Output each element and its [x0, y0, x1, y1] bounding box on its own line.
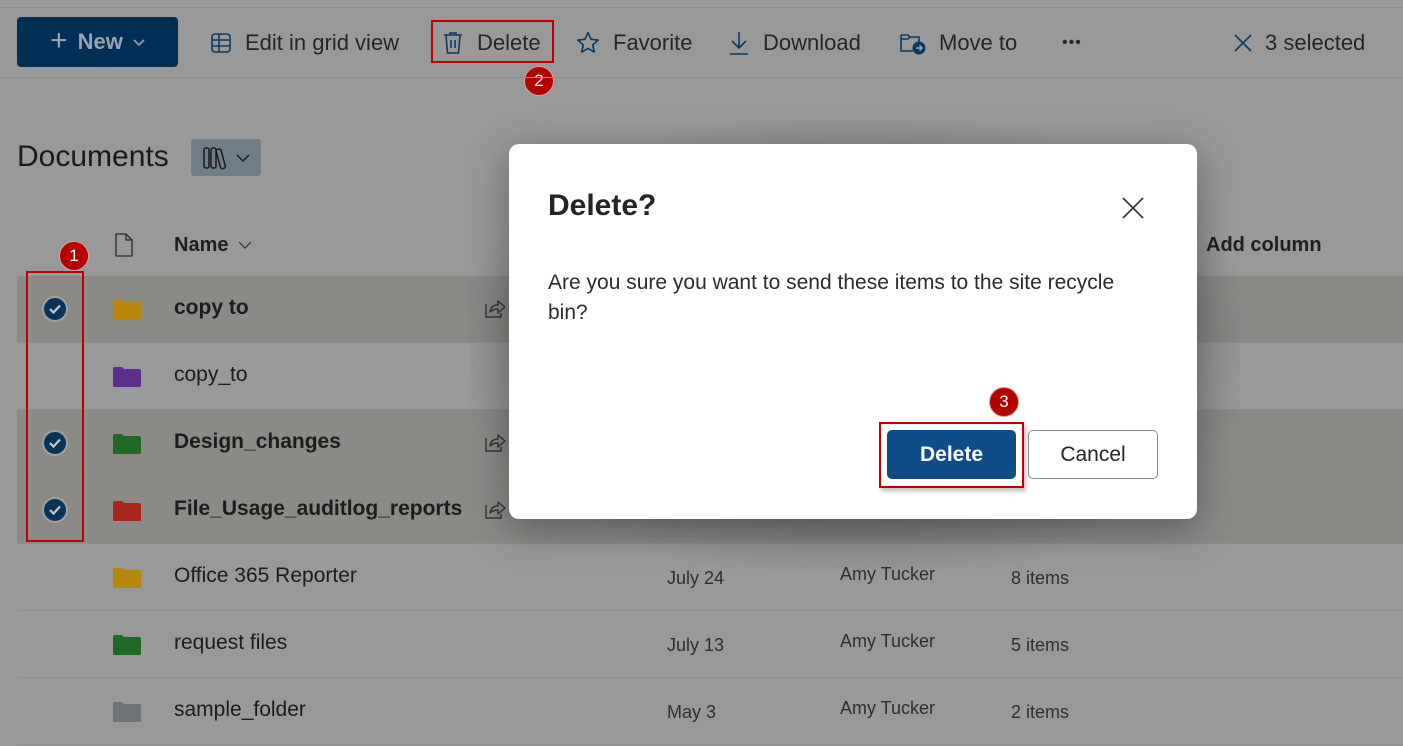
view-switcher-button[interactable] — [191, 139, 261, 176]
file-name-link[interactable]: sample_folder — [174, 698, 306, 722]
download-icon — [730, 32, 748, 55]
more-icon: ••• — [1062, 34, 1082, 51]
move-folder-icon — [900, 34, 926, 55]
star-icon — [577, 31, 599, 53]
selected-count: 3 selected — [1265, 30, 1366, 55]
close-icon — [1234, 34, 1252, 52]
folder-icon — [113, 702, 141, 722]
modified-by: Amy Tucker — [840, 631, 936, 651]
clear-selection-button[interactable]: 3 selected — [1233, 22, 1365, 64]
selection-column-highlight — [26, 271, 84, 542]
folder-icon — [113, 367, 141, 387]
sharepoint-document-library: + New Edit in grid view Delete 2 Favorit… — [0, 0, 1403, 746]
file-row[interactable]: sample_folder May 3 Amy Tucker 2 items — [17, 678, 1403, 745]
delete-button-highlight — [431, 20, 554, 63]
file-name-link[interactable]: File_Usage_auditlog_reports — [174, 497, 462, 521]
name-column-header[interactable]: Name — [174, 225, 252, 265]
new-label: New — [77, 29, 123, 54]
chevron-down-icon — [236, 154, 250, 162]
file-size: 5 items — [1011, 635, 1070, 655]
file-size: 2 items — [1011, 702, 1070, 722]
folder-icon — [113, 434, 141, 454]
file-icon — [115, 233, 133, 257]
grid-icon — [211, 33, 231, 53]
folder-icon — [113, 568, 141, 588]
plus-icon: + — [50, 23, 68, 57]
step-1-badge: 1 — [59, 241, 89, 271]
step-2-badge: 2 — [524, 66, 554, 96]
file-name-link[interactable]: Office 365 Reporter — [174, 564, 357, 588]
cancel-button[interactable]: Cancel — [1028, 430, 1158, 479]
dialog-message: Are you sure you want to send these item… — [548, 271, 1115, 324]
favorite-button[interactable]: Favorite — [575, 22, 692, 64]
step-3-badge: 3 — [989, 387, 1019, 417]
folder-icon — [113, 635, 141, 655]
new-button[interactable]: + New — [17, 17, 178, 67]
move-to-button[interactable]: Move to — [899, 22, 1017, 64]
file-name-link[interactable]: Design_changes — [174, 430, 341, 454]
dialog-close-icon[interactable] — [1119, 194, 1147, 222]
file-name-link[interactable]: copy to — [174, 296, 249, 320]
name-column-label: Name — [174, 233, 229, 256]
library-view-icon — [203, 146, 227, 169]
modified-date: July 24 — [667, 568, 725, 588]
file-size: 8 items — [1011, 568, 1070, 588]
modified-date: July 13 — [667, 635, 725, 655]
dialog-title: Delete? — [548, 189, 657, 222]
chevron-down-icon — [133, 39, 145, 47]
download-button[interactable]: Download — [727, 22, 861, 64]
file-name-link[interactable]: request files — [174, 631, 287, 655]
folder-icon — [113, 300, 141, 320]
file-type-column-header[interactable] — [114, 225, 134, 265]
file-name-link[interactable]: copy_to — [174, 363, 248, 387]
more-actions-button[interactable]: ••• — [1062, 22, 1082, 64]
sort-chevron-icon — [239, 241, 252, 249]
library-title: Documents — [17, 140, 169, 173]
folder-icon — [113, 501, 141, 521]
delete-confirmation-dialog: Delete? Are you sure you want to send th… — [509, 144, 1197, 519]
move-to-label: Move to — [939, 30, 1018, 55]
favorite-label: Favorite — [613, 30, 693, 55]
confirm-delete-button[interactable]: Delete — [887, 430, 1016, 479]
modified-date: May 3 — [667, 702, 717, 722]
modified-by: Amy Tucker — [840, 698, 936, 718]
edit-grid-label: Edit in grid view — [245, 30, 400, 55]
edit-in-grid-view-button[interactable]: Edit in grid view — [209, 22, 399, 64]
command-bar-divider — [0, 77, 1403, 78]
file-row[interactable]: request files July 13 Amy Tucker 5 items — [17, 611, 1403, 678]
download-label: Download — [763, 30, 861, 55]
